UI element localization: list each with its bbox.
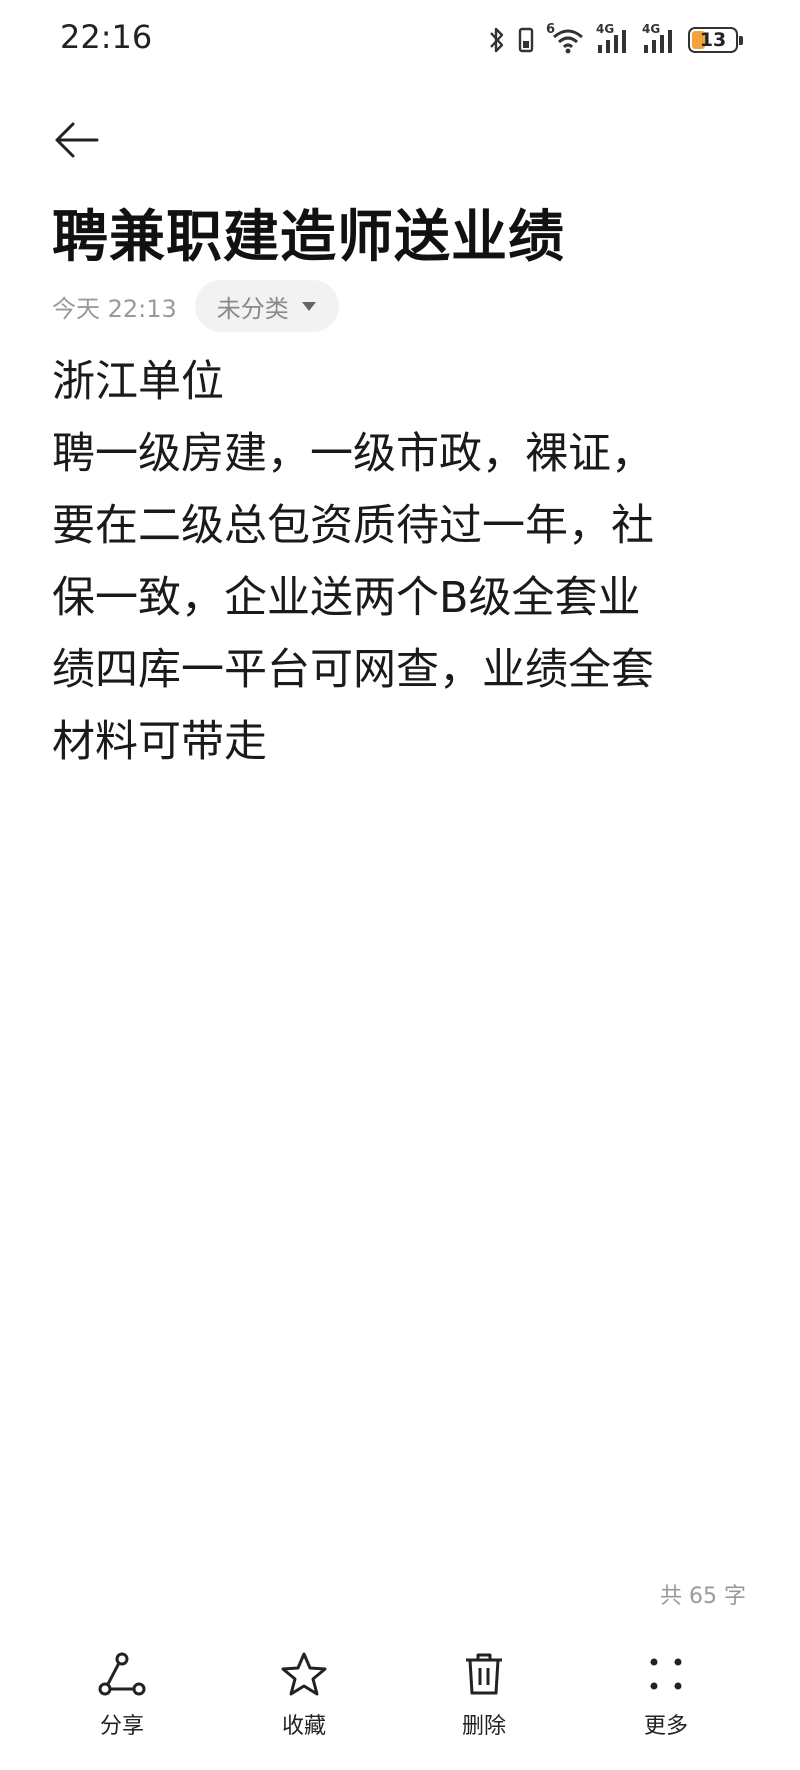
status-bar: 22:16 6 4G 4G 13 <box>0 0 800 80</box>
more-label: 更多 <box>643 1714 688 1739</box>
battery-level: 13 <box>699 29 727 51</box>
signal-4g-icon <box>598 30 626 53</box>
trash-icon <box>466 1653 502 1695</box>
bottom-toolbar: 分享 收藏 删除 更多 <box>0 1640 800 1750</box>
share-label: 分享 <box>99 1714 144 1739</box>
note-line: 绩四库一平台可网查，业绩全套 <box>52 645 654 695</box>
note-line: 材料可带走 <box>52 717 267 767</box>
word-count: 共 65 字 <box>660 1584 746 1609</box>
back-button[interactable] <box>48 112 104 168</box>
share-button[interactable]: 分享 <box>62 1640 182 1750</box>
wifi-icon <box>553 29 583 54</box>
note-line: 要在二级总包资质待过一年，社 <box>52 501 654 551</box>
note-line: 保一致，企业送两个B级全套业 <box>52 573 641 623</box>
favorite-button[interactable]: 收藏 <box>244 1640 364 1750</box>
signal-2: 4G <box>642 22 678 55</box>
star-icon <box>281 1652 327 1696</box>
category-label: 未分类 <box>216 294 289 323</box>
caret-down-icon <box>301 302 316 311</box>
note-meta: 今天 22:13 未分类 <box>52 280 339 332</box>
more-button[interactable]: 更多 <box>606 1640 726 1750</box>
note-content[interactable]: 浙江单位 聘一级房建，一级市政，裸证， 要在二级总包资质待过一年，社 保一致，企… <box>52 346 752 778</box>
note-line: 浙江单位 <box>52 357 224 407</box>
more-dots-icon <box>650 1658 682 1690</box>
phone-vibrate-icon <box>518 27 534 53</box>
signal-1: 4G <box>596 22 632 55</box>
note-timestamp: 今天 22:13 <box>52 294 177 323</box>
status-time: 22:16 <box>60 18 153 56</box>
signal-4g-icon <box>644 30 672 53</box>
battery-icon: 13 <box>688 27 743 53</box>
arrow-left-icon <box>55 122 99 158</box>
status-icons: 6 4G 4G 13 <box>488 22 743 58</box>
note-title[interactable]: 聘兼职建造师送业绩 <box>52 192 565 273</box>
category-selector[interactable]: 未分类 <box>194 280 339 332</box>
delete-button[interactable]: 删除 <box>424 1640 544 1750</box>
bluetooth-icon <box>490 27 504 53</box>
delete-label: 删除 <box>461 1714 506 1739</box>
wifi-6-indicator: 6 <box>546 22 586 55</box>
favorite-label: 收藏 <box>281 1714 326 1739</box>
note-line: 聘一级房建，一级市政，裸证， <box>52 429 654 479</box>
share-icon <box>98 1652 146 1696</box>
